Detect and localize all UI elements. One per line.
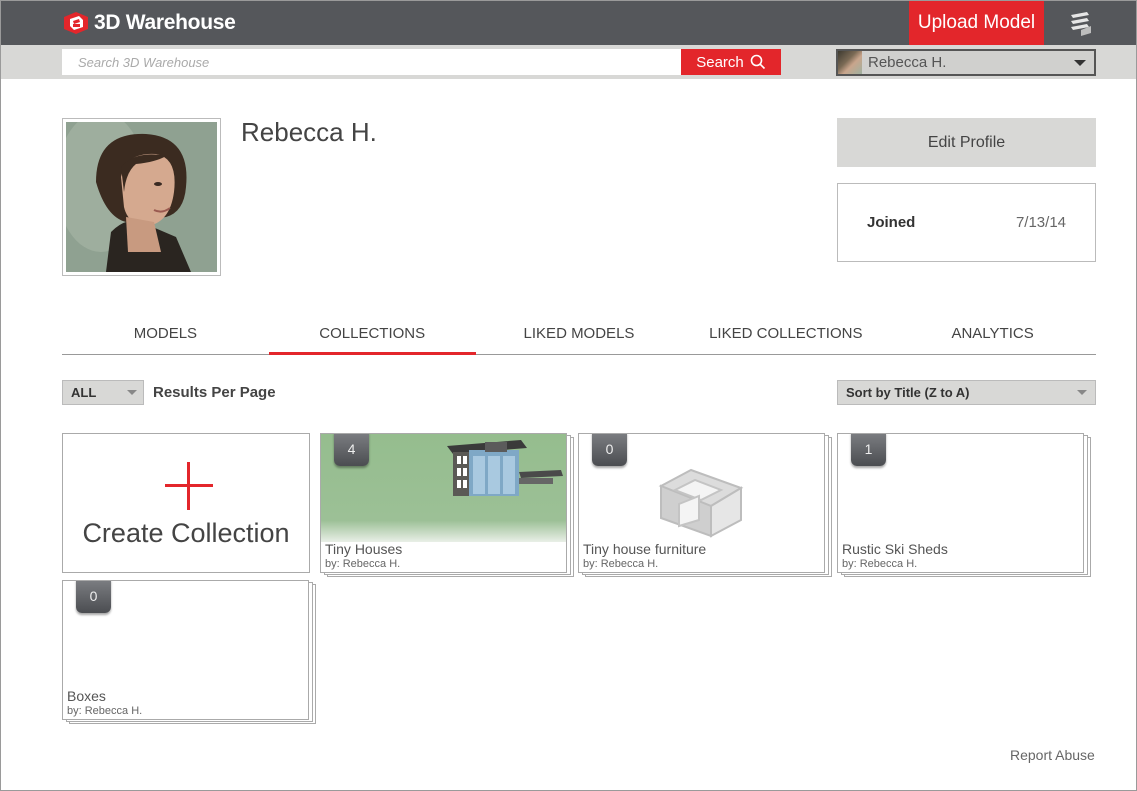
chevron-down-icon [127, 390, 137, 395]
sort-select[interactable]: Sort by Title (Z to A) [837, 380, 1096, 405]
account-dropdown[interactable]: Rebecca H. [836, 49, 1096, 76]
profile-tabs: MODELS COLLECTIONS LIKED MODELS LIKED CO… [62, 313, 1096, 355]
create-collection-card[interactable]: Create Collection [62, 433, 310, 573]
collection-boxes[interactable]: 0 Boxes by: Rebecca H. [62, 580, 309, 720]
collection-author: by: Rebecca H. [583, 558, 659, 570]
search-button-label: Search [696, 53, 744, 71]
model-count-badge: 1 [851, 434, 886, 466]
sort-value: Sort by Title (Z to A) [846, 385, 970, 400]
joined-date: 7/13/14 [1015, 214, 1066, 231]
report-abuse-link[interactable]: Report Abuse [1010, 747, 1095, 763]
model-count-badge: 4 [334, 434, 369, 466]
model-count-badge: 0 [76, 581, 111, 613]
logo[interactable]: 3D Warehouse [63, 10, 236, 36]
search-bar: Search Rebecca H. [1, 45, 1136, 79]
collection-author: by: Rebecca H. [325, 558, 401, 570]
chevron-down-icon [1074, 59, 1086, 66]
avatar [838, 51, 862, 74]
collection-author: by: Rebecca H. [67, 705, 143, 717]
collection-card: 1 Rustic Ski Sheds by: Rebecca H. [837, 433, 1091, 577]
results-per-page-label: Results Per Page [153, 384, 276, 401]
joined-info: Joined 7/13/14 [837, 183, 1096, 262]
plus-icon [165, 462, 213, 510]
joined-label: Joined [867, 214, 916, 231]
collection-tiny-house-furniture[interactable]: 0 Tiny house furniture by: Rebecca H. [578, 433, 825, 573]
tab-liked-models[interactable]: LIKED MODELS [476, 313, 683, 354]
collection-card: 4 Tiny Houses by: Rebecca H. [320, 433, 574, 577]
tab-liked-collections[interactable]: LIKED COLLECTIONS [682, 313, 889, 354]
results-per-page-value: ALL [71, 385, 97, 400]
upload-model-button[interactable]: Upload Model [909, 1, 1044, 45]
account-username: Rebecca H. [868, 54, 947, 71]
collection-author: by: Rebecca H. [842, 558, 918, 570]
chevron-down-icon [1077, 390, 1087, 395]
collection-title: Tiny house furniture [583, 541, 707, 557]
collection-title: Rustic Ski Sheds [842, 541, 948, 557]
create-collection-label: Create Collection [82, 518, 290, 548]
search-input[interactable] [62, 49, 682, 75]
model-count-badge: 0 [592, 434, 627, 466]
brand-name: 3D Warehouse [94, 11, 236, 34]
tab-models[interactable]: MODELS [62, 313, 269, 354]
collection-title: Boxes [67, 688, 106, 704]
collection-title: Tiny Houses [325, 541, 403, 557]
search-icon [750, 54, 765, 70]
search-button[interactable]: Search [681, 49, 781, 75]
collection-card: 0 Boxes by: Rebecca H. [62, 580, 316, 724]
top-bar: 3D Warehouse Upload Model [1, 1, 1136, 45]
menu-icon[interactable] [1065, 9, 1095, 37]
collection-tiny-houses[interactable]: 4 Tiny Houses by: Rebecca H. [320, 433, 567, 573]
collection-card: 0 Tiny house furniture by: Rebecca H. [578, 433, 832, 577]
edit-profile-button[interactable]: Edit Profile [837, 118, 1096, 167]
results-per-page-select[interactable]: ALL [62, 380, 144, 405]
collection-rustic-ski-sheds[interactable]: 1 Rustic Ski Sheds by: Rebecca H. [837, 433, 1084, 573]
profile-photo [62, 118, 221, 276]
tab-collections[interactable]: COLLECTIONS [268, 313, 476, 355]
warehouse-logo-icon [64, 12, 88, 34]
tab-analytics[interactable]: ANALYTICS [889, 313, 1096, 354]
profile-name: Rebecca H. [241, 117, 377, 147]
